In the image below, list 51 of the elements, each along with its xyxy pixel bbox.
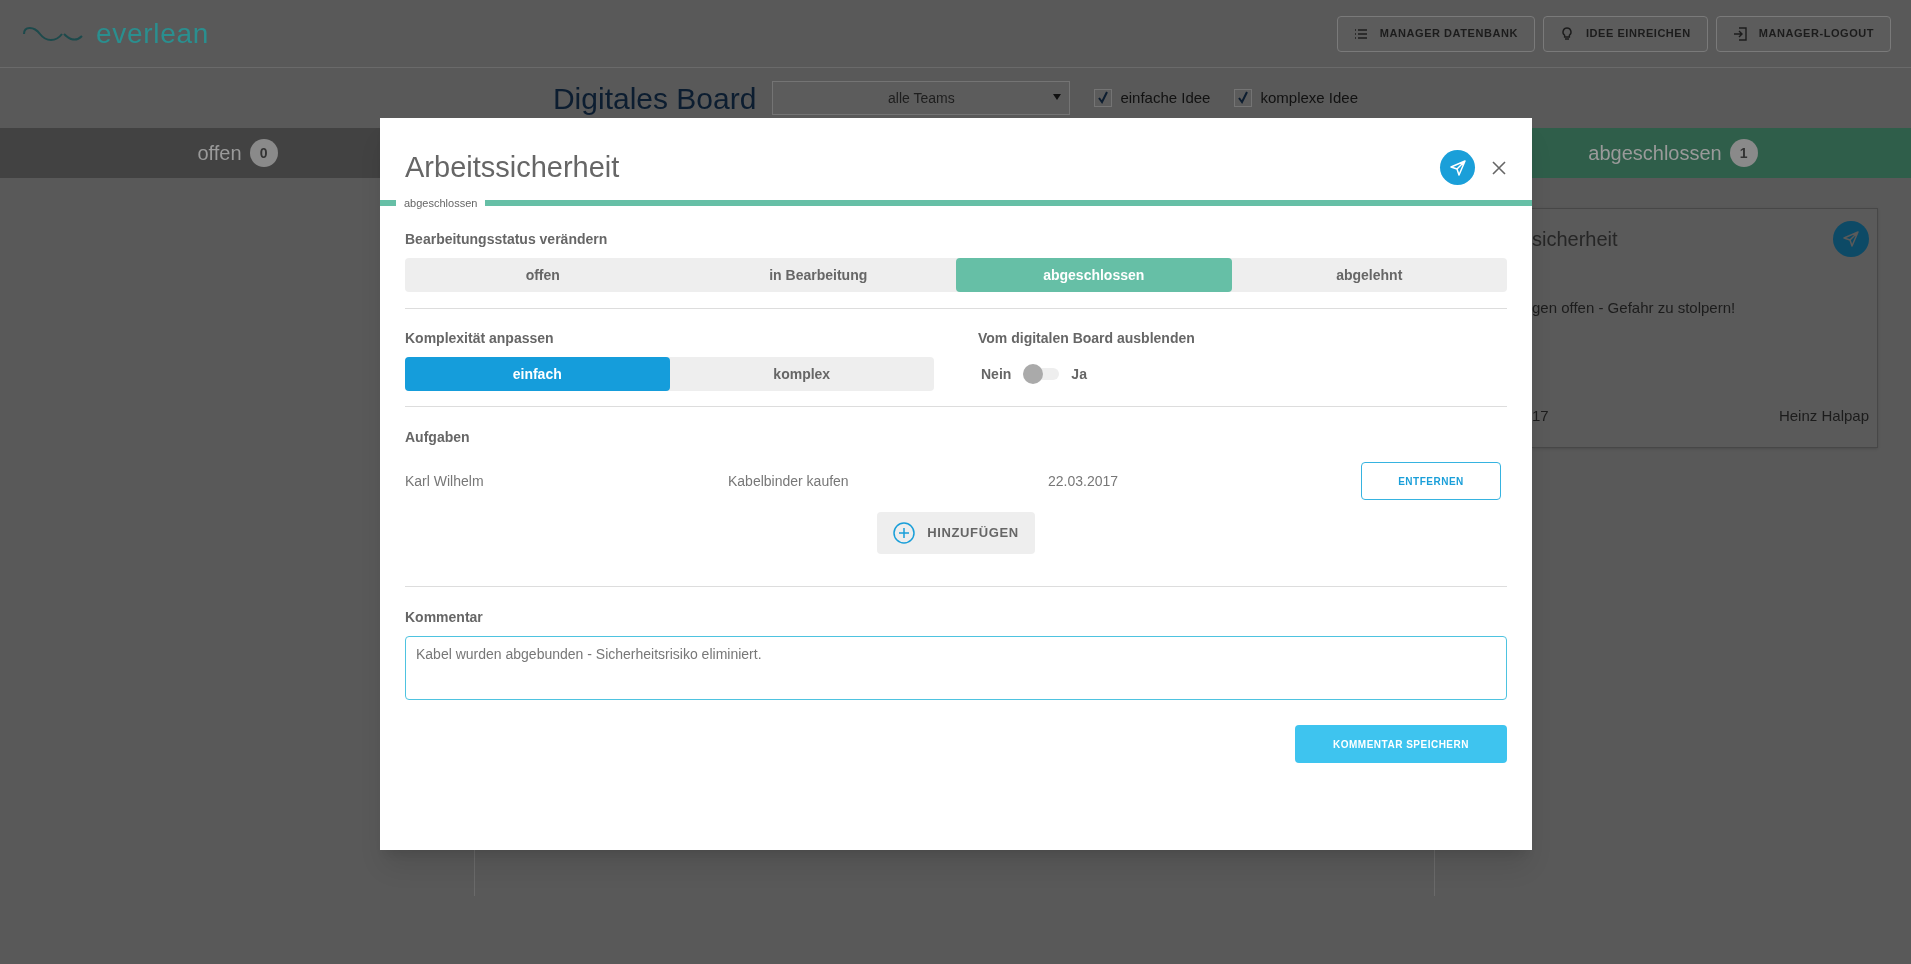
close-button[interactable] [1491,159,1507,176]
section-label: Bearbeitungsstatus verändern [405,230,609,249]
status-option[interactable]: offen [405,258,681,292]
send-button[interactable] [1440,150,1475,185]
plus-circle-icon [893,522,916,544]
filter-checkbox[interactable] [1094,89,1113,107]
filter-checkbox[interactable] [1234,89,1253,107]
comment-field[interactable]: Kabel wurden abgebunden - Sicherheitsrisiko eliminiert. [405,636,1507,700]
column-title: offen [197,141,242,166]
card-author: Heinz Halpap [1778,405,1869,426]
header-button[interactable]: MANAGER DATENBANK [1336,15,1535,52]
status-option[interactable]: abgeschlossen [956,258,1232,292]
task-name: Kabelbinder kaufen [728,471,850,491]
list-icon [1353,26,1368,41]
dialog-title: Arbeitssicherheit [405,149,620,185]
lightbulb-icon [1559,26,1574,41]
caret-icon [1053,94,1062,100]
team-select[interactable]: alle Teams [772,81,1071,115]
header-button[interactable]: MANAGER-LOGOUT [1715,15,1891,52]
status-tag: abgeschlossen [396,194,486,212]
close-icon [1492,160,1506,175]
card-date: 17 [1532,405,1549,426]
status-option[interactable]: in Bearbeitung [680,258,956,292]
checkmark-icon [1236,91,1251,105]
toggle-label: Nein [981,364,1012,384]
complexity-option[interactable]: komplex [669,357,934,391]
section-label: Komplexität anpassen [405,329,555,348]
column-title: abgeschlossen [1588,141,1722,166]
checkmark-icon [1096,91,1111,105]
board-title: Digitales Board [552,80,757,117]
remove-button[interactable]: ENTFERNEN [1361,462,1501,500]
filter-label: einfache Idee [1120,87,1211,108]
send-icon [1449,159,1466,176]
toggle-label: Ja [1071,364,1087,384]
section-label: Aufgaben [405,428,471,447]
toggle-thumb [1023,364,1044,384]
add-button[interactable]: HINZUFÜGEN [877,512,1035,554]
complexity-option[interactable]: einfach [405,357,670,391]
logout-icon [1732,26,1747,41]
task-assignee: Karl Wilhelm [405,471,485,491]
card-description: gen offen - Gefahr zu stolpern! [1532,298,1737,318]
filter-label: komplexe Idee [1260,87,1359,108]
save-comment-button[interactable]: KOMMENTAR SPEICHERN [1295,725,1507,763]
count-badge: 0 [249,139,278,167]
header-button[interactable]: IDEE EINREICHEN [1542,15,1708,52]
status-option[interactable]: abgelehnt [1231,258,1507,292]
count-badge: 1 [1729,139,1758,167]
section-label: Vom digitalen Board ausblenden [978,329,1195,348]
section-label: Kommentar [405,608,484,627]
send-icon [1843,231,1859,247]
task-date: 22.03.2017 [1048,471,1120,491]
